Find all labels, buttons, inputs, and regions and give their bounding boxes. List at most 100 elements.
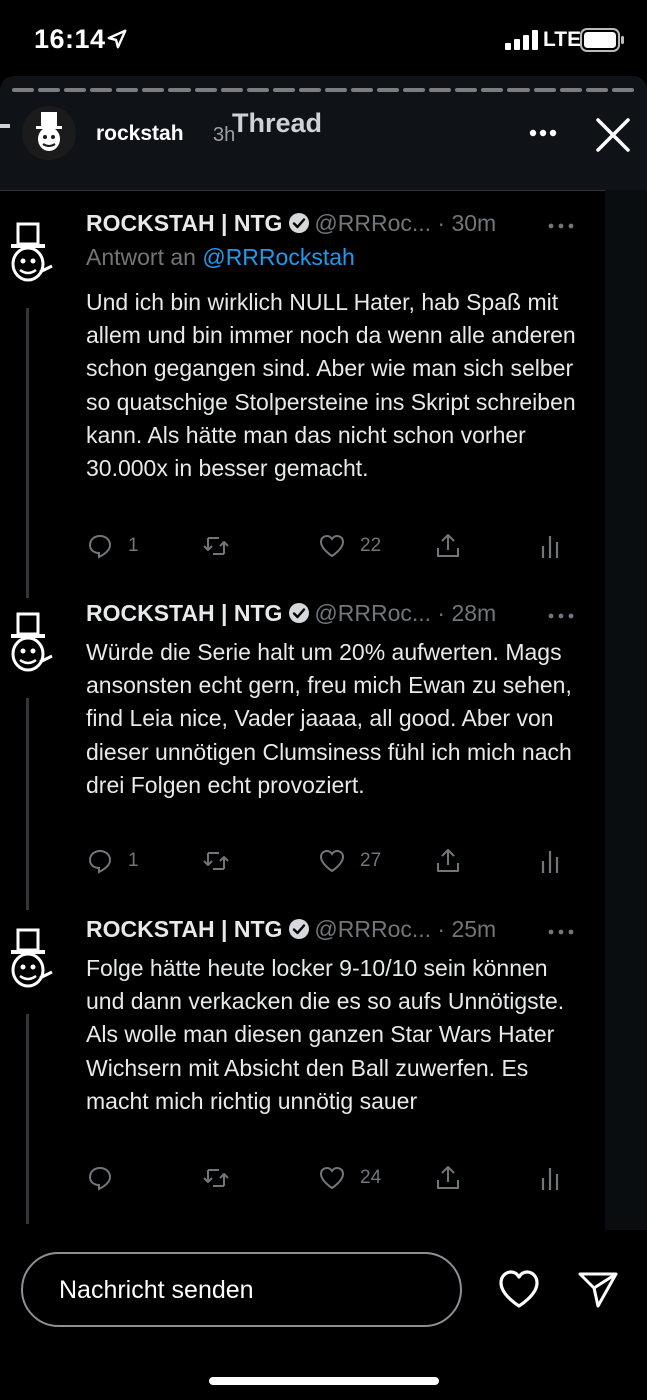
author-name[interactable]: ROCKSTAH | NTG <box>86 210 282 236</box>
like-count: 27 <box>360 850 382 871</box>
share-icon <box>437 1166 459 1189</box>
progress-segment <box>298 88 321 92</box>
thread-line <box>26 1014 29 1224</box>
like-icon <box>319 534 345 558</box>
battery-icon <box>580 28 624 52</box>
more-icon[interactable] <box>526 116 560 150</box>
more-icon[interactable] <box>546 606 576 626</box>
reply-mention[interactable]: @RRRockstah <box>202 244 354 270</box>
progress-segment <box>611 88 634 92</box>
author-handle[interactable]: @RRRoc... <box>314 916 431 942</box>
reply-count: 1 <box>128 850 139 871</box>
analytics-button[interactable] <box>536 1161 564 1195</box>
thread-title: Thread <box>232 108 323 138</box>
progress-segment <box>142 88 165 92</box>
story-edge-indicator <box>0 124 10 128</box>
progress-segment <box>377 88 400 92</box>
tweet-text: Und ich bin wirklich NULL Hater, hab Spa… <box>86 289 576 482</box>
verified-icon <box>289 213 310 233</box>
story-username[interactable]: rockstah <box>96 122 184 146</box>
tweet-header: ROCKSTAH | NTG @RRRoc... · 30m <box>86 210 496 242</box>
reply-context: Antwort an @RRRockstah <box>86 244 355 271</box>
author-handle[interactable]: @RRRoc... <box>314 600 431 626</box>
share-button[interactable] <box>434 529 462 563</box>
tweet-actions: 1 27 <box>86 844 586 878</box>
status-time: 16:14 <box>34 24 106 54</box>
share-button[interactable] <box>434 844 462 878</box>
analytics-icon <box>541 536 559 558</box>
status-bar: 16:14 LTE <box>0 0 647 78</box>
message-input[interactable]: Nachricht senden <box>21 1252 462 1327</box>
progress-segment <box>12 88 35 92</box>
like-count: 22 <box>360 535 382 556</box>
verified-icon <box>289 919 310 939</box>
author-name[interactable]: ROCKSTAH | NTG <box>86 600 282 626</box>
progress-segment <box>559 88 582 92</box>
progress-segment <box>194 88 217 92</box>
retweet-button[interactable] <box>202 844 230 878</box>
reply-button[interactable] <box>86 1161 128 1195</box>
retweet-icon <box>203 852 229 870</box>
reply-icon <box>88 1166 112 1191</box>
progress-segment <box>507 88 530 92</box>
progress-segment <box>429 88 452 92</box>
author-name[interactable]: ROCKSTAH | NTG <box>86 916 282 942</box>
reply-button[interactable]: 1 <box>86 844 139 878</box>
close-icon[interactable] <box>592 114 634 156</box>
analytics-button[interactable] <box>536 529 564 563</box>
retweet-icon <box>203 537 229 555</box>
network-label: LTE <box>543 28 582 51</box>
verified-icon <box>289 603 310 623</box>
progress-segment <box>481 88 504 92</box>
share-button[interactable] <box>434 1161 462 1195</box>
tweet-time: · 30m <box>437 210 497 236</box>
tweet-actions: 1 22 <box>86 529 586 563</box>
story-progress <box>12 88 634 92</box>
like-button[interactable]: 24 <box>318 1161 381 1195</box>
avatar[interactable] <box>2 928 56 998</box>
progress-segment <box>585 88 608 92</box>
avatar[interactable] <box>2 222 56 292</box>
send-icon[interactable] <box>576 1268 620 1310</box>
like-button[interactable]: 22 <box>318 529 381 563</box>
analytics-button[interactable] <box>536 844 564 878</box>
heart-icon[interactable] <box>497 1268 541 1310</box>
analytics-icon <box>541 1168 559 1190</box>
progress-segment <box>116 88 139 92</box>
analytics-icon <box>541 851 559 873</box>
reply-icon <box>88 534 112 559</box>
progress-segment <box>90 88 113 92</box>
progress-segment <box>272 88 295 92</box>
tweet-actions: 24 <box>86 1161 586 1195</box>
like-count: 24 <box>360 1167 382 1188</box>
more-icon[interactable] <box>546 922 576 942</box>
tweet-header: ROCKSTAH | NTG @RRRoc... · 25m <box>86 916 496 948</box>
avatar[interactable] <box>2 612 56 682</box>
thread-line <box>26 698 29 910</box>
tweet-time: · 25m <box>437 916 497 942</box>
author-handle[interactable]: @RRRoc... <box>314 210 431 236</box>
progress-segment <box>324 88 348 92</box>
tweet-text: Folge hätte heute locker 9-10/10 sein kö… <box>86 955 565 1114</box>
location-arrow-icon <box>107 29 127 49</box>
retweet-button[interactable] <box>202 529 230 563</box>
progress-segment <box>38 88 61 92</box>
progress-segment <box>533 88 556 92</box>
tweet-time: · 28m <box>437 600 497 626</box>
reply-icon <box>88 849 112 874</box>
retweet-button[interactable] <box>202 1161 230 1195</box>
share-icon <box>437 849 459 872</box>
tweet-text: Würde die Serie halt um 20% aufwerten. M… <box>86 639 572 798</box>
progress-segment <box>64 88 87 92</box>
tweet-header: ROCKSTAH | NTG @RRRoc... · 28m <box>86 600 496 632</box>
story-avatar[interactable] <box>22 106 76 160</box>
more-icon[interactable] <box>546 216 576 236</box>
like-icon <box>319 849 345 873</box>
reply-button[interactable]: 1 <box>86 529 139 563</box>
reply-count: 1 <box>128 535 139 556</box>
thread-line <box>26 308 29 598</box>
retweet-icon <box>203 1169 229 1187</box>
message-placeholder: Nachricht senden <box>59 1276 254 1304</box>
story-side-edge <box>605 190 647 1230</box>
like-button[interactable]: 27 <box>318 844 381 878</box>
